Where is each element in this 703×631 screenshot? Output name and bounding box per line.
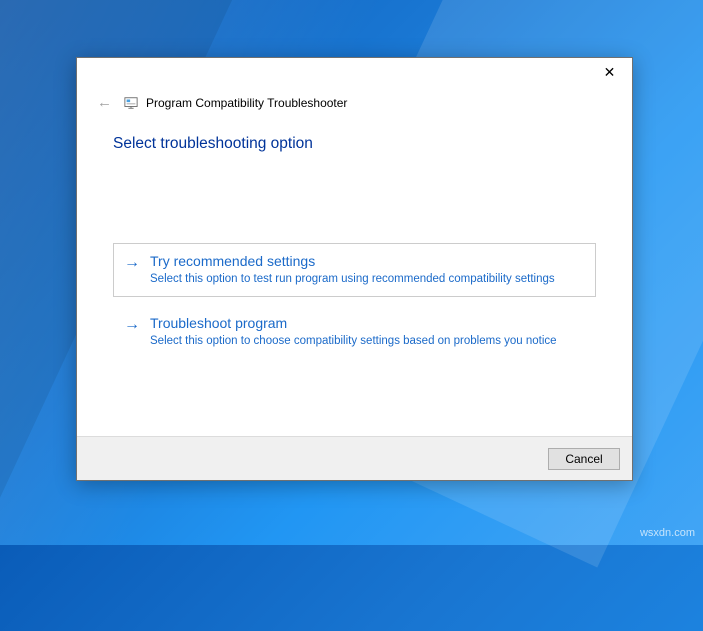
- wizard-header: ← Program Compatibility Troubleshooter: [77, 88, 632, 113]
- dialog-footer: Cancel: [77, 436, 632, 480]
- option-body: Troubleshoot program Select this option …: [150, 314, 585, 348]
- option-body: Try recommended settings Select this opt…: [150, 252, 585, 286]
- troubleshooter-dialog: ✕ ← Program Compatibility Troubleshooter…: [76, 57, 633, 481]
- option-description: Select this option to choose compatibili…: [150, 334, 585, 348]
- cancel-button[interactable]: Cancel: [548, 448, 620, 470]
- option-description: Select this option to test run program u…: [150, 272, 585, 286]
- page-heading: Select troubleshooting option: [113, 135, 596, 153]
- titlebar: ✕: [77, 58, 632, 88]
- close-button[interactable]: ✕: [587, 58, 632, 86]
- option-recommended-settings[interactable]: → Try recommended settings Select this o…: [113, 243, 596, 297]
- troubleshooter-icon: [124, 96, 138, 110]
- arrow-right-icon: →: [124, 315, 140, 335]
- option-title: Try recommended settings: [150, 252, 585, 270]
- option-title: Troubleshoot program: [150, 314, 585, 332]
- watermark-text: wsxdn.com: [640, 527, 695, 539]
- back-arrow-icon: ←: [93, 92, 116, 113]
- wizard-title: Program Compatibility Troubleshooter: [146, 96, 347, 110]
- content-area: Select troubleshooting option → Try reco…: [77, 113, 632, 436]
- option-troubleshoot-program[interactable]: → Troubleshoot program Select this optio…: [113, 305, 596, 359]
- arrow-right-icon: →: [124, 253, 140, 273]
- close-icon: ✕: [604, 64, 616, 81]
